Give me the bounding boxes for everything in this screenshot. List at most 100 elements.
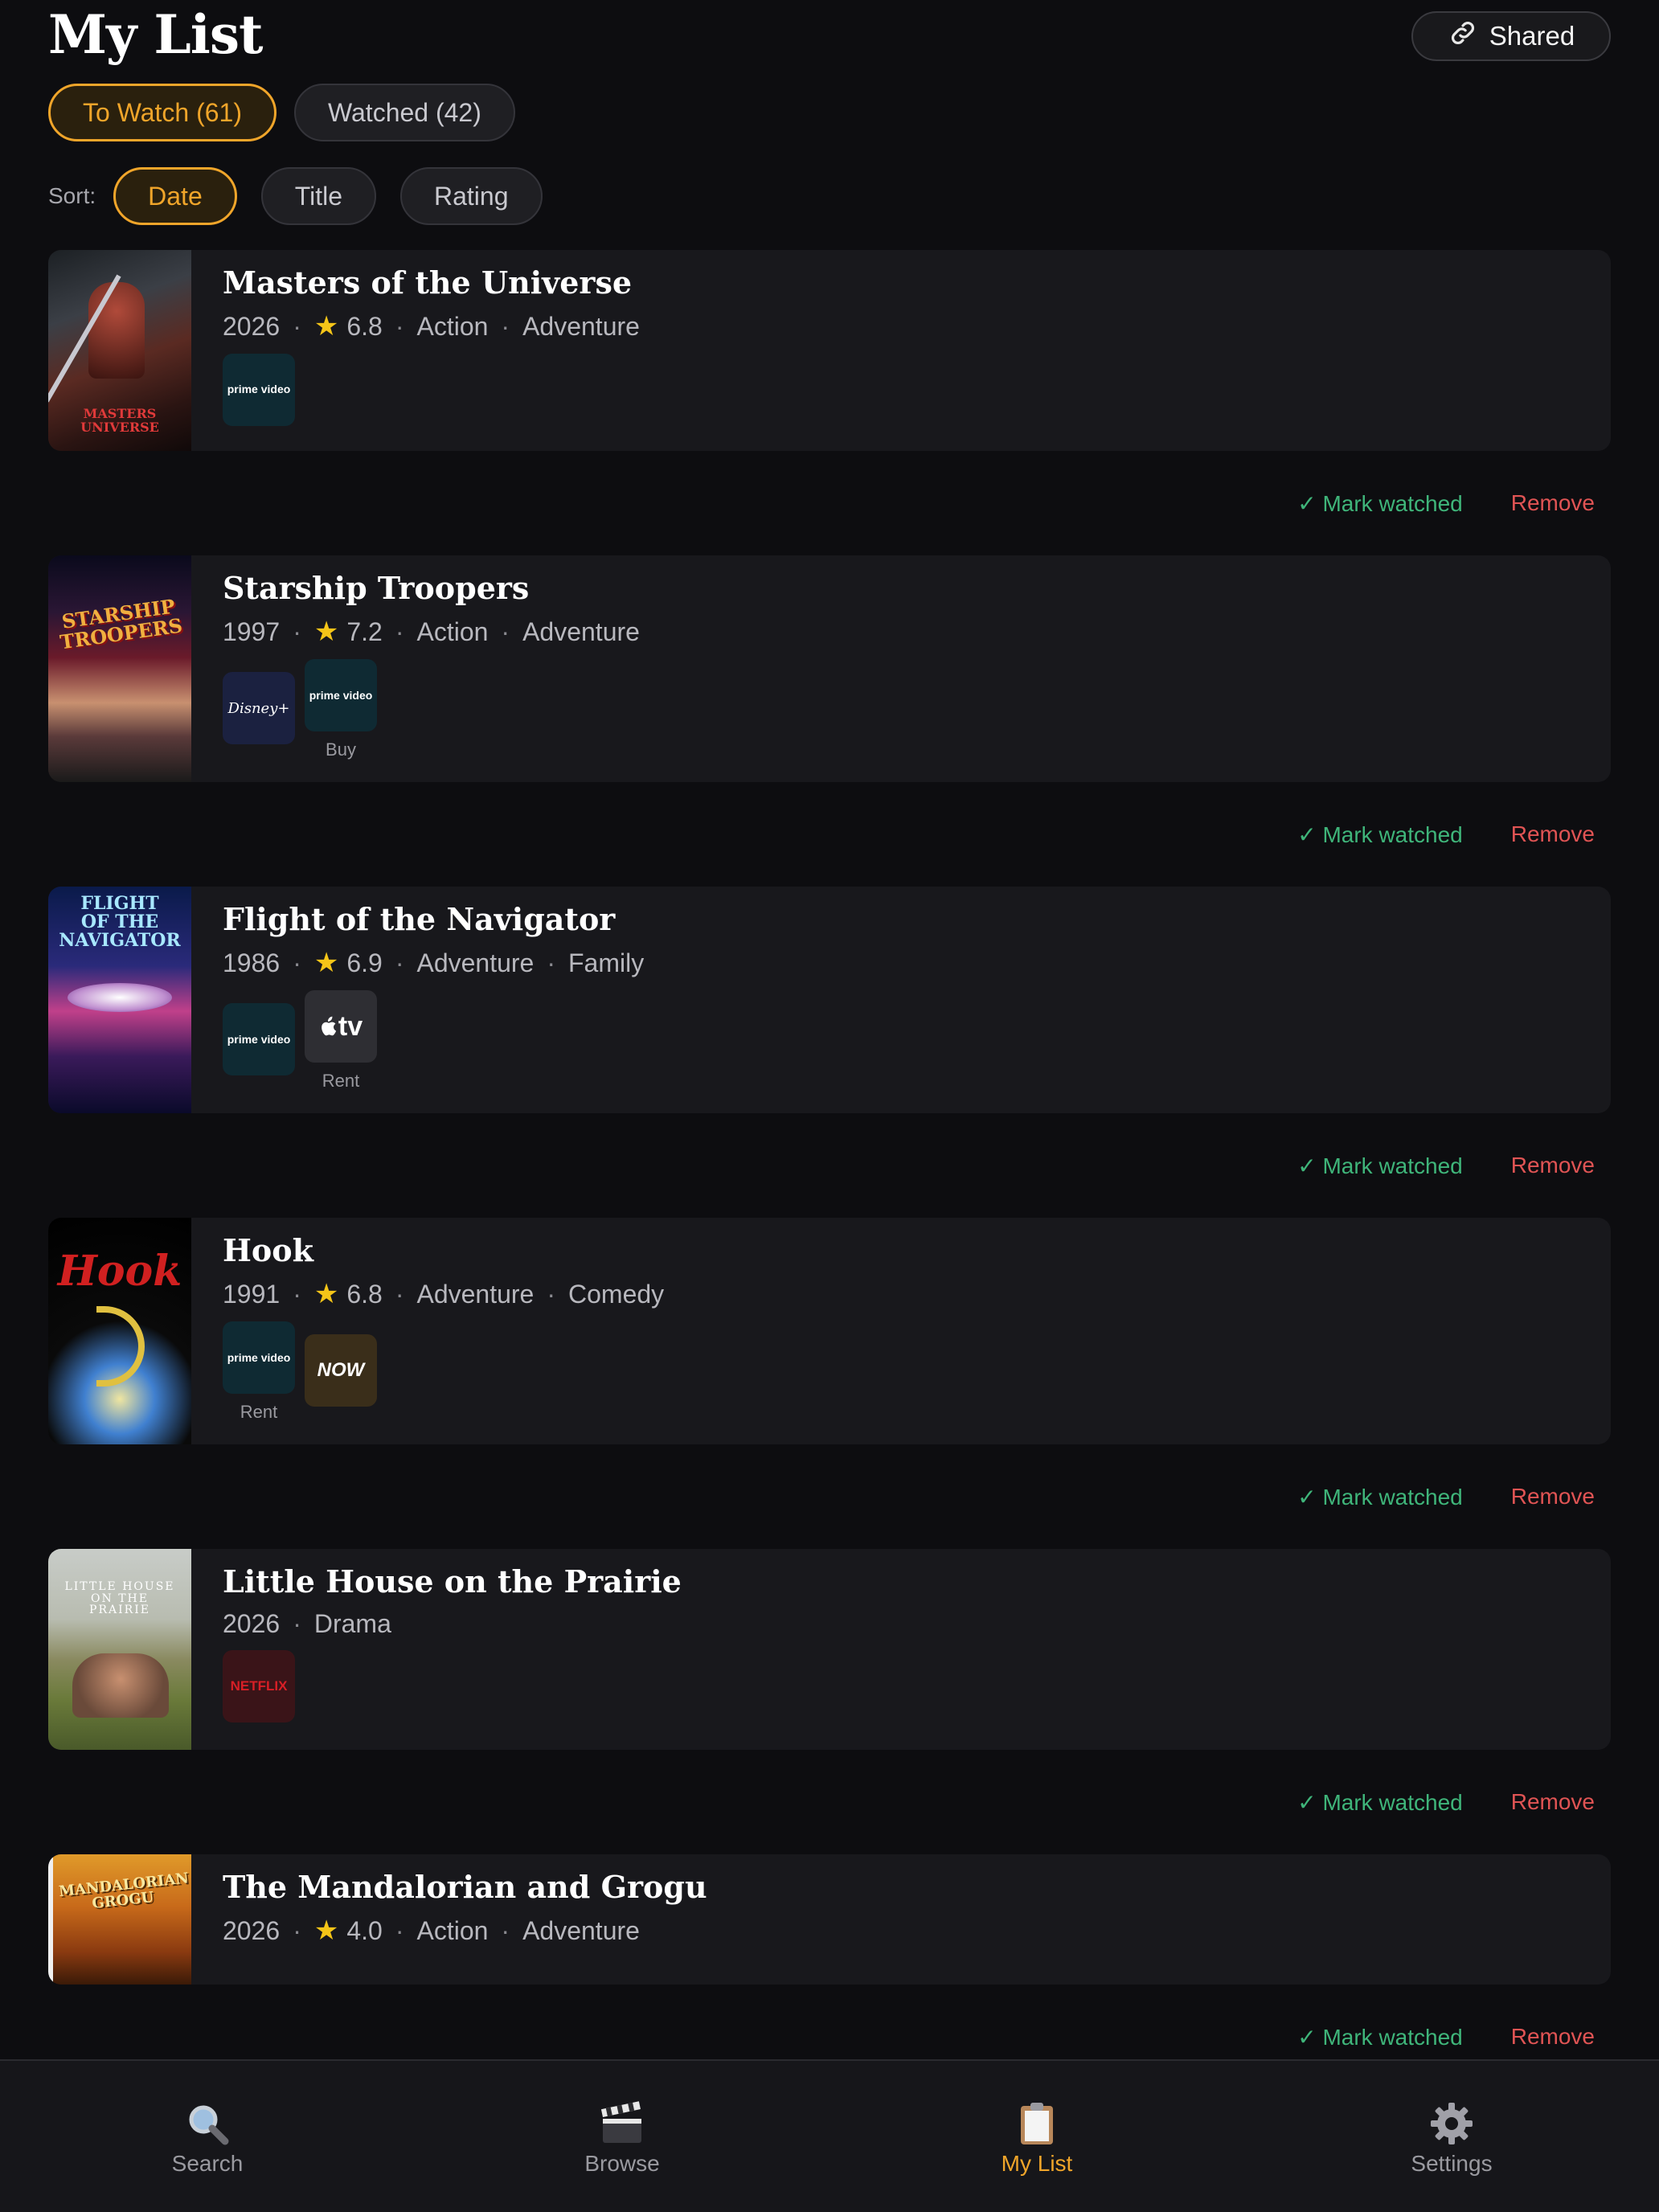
meta-separator: ·: [501, 1915, 510, 1945]
provider-name: NETFLIX: [230, 1678, 288, 1694]
meta-separator: ·: [501, 311, 510, 341]
list-tabs: To Watch (61) Watched (42): [48, 84, 515, 141]
prime-video-logo: prime video: [223, 354, 295, 426]
tab-settings[interactable]: Settings: [1244, 2061, 1659, 2212]
tab-browse[interactable]: Browse: [415, 2061, 830, 2212]
movie-title: Little House on the Prairie: [223, 1563, 682, 1600]
list-item: STARSHIP TROOPERS Starship Troopers 1997…: [48, 555, 1611, 887]
sort-title-button[interactable]: Title: [260, 167, 376, 225]
disney-plus-logo: Disney+: [223, 672, 295, 744]
provider-prime-video[interactable]: prime video: [223, 1003, 295, 1075]
provider-now-cinema[interactable]: NOW: [305, 1334, 377, 1407]
movie-card[interactable]: MANDALORIAN GROGU The Mandalorian and Gr…: [48, 1854, 1611, 1985]
mark-watched-button[interactable]: ✓ Mark watched: [1297, 821, 1463, 848]
movie-genre: Action: [416, 616, 489, 646]
mark-watched-button[interactable]: ✓ Mark watched: [1297, 1484, 1463, 1510]
item-actions: ✓ Mark watched Remove: [48, 1444, 1611, 1549]
provider-list: Disney+ prime video Buy: [223, 659, 1595, 760]
movie-genre: Adventure: [416, 948, 535, 977]
provider-prime-video[interactable]: prime video Rent: [223, 1321, 295, 1423]
movie-genre: Adventure: [522, 1915, 640, 1945]
mark-watched-button[interactable]: ✓ Mark watched: [1297, 490, 1463, 517]
movie-title: The Mandalorian and Grogu: [223, 1869, 707, 1905]
movie-meta: 1997 · ★ 7.2 · Action · Adventure: [223, 616, 1595, 648]
poster-image: LITTLE HOUSE ON THE PRAIRIE: [48, 1549, 191, 1750]
provider-prime-video[interactable]: prime video Buy: [305, 659, 377, 760]
movie-year: 2026: [223, 311, 281, 341]
movie-rating: 6.8: [346, 311, 383, 341]
movie-info: Hook 1991 · ★ 6.8 · Adventure · Comedy p…: [223, 1232, 1595, 1423]
link-icon: [1448, 18, 1478, 55]
tab-watched[interactable]: Watched (42): [293, 84, 515, 141]
provider-name: prime video: [227, 383, 291, 396]
provider-prime-video[interactable]: prime video: [223, 354, 295, 426]
tab-my-list[interactable]: My List: [830, 2061, 1244, 2212]
movie-meta: 2026 · Drama: [223, 1609, 1595, 1639]
list-item: MASTERS UNIVERSE Masters of the Universe…: [48, 250, 1611, 555]
meta-separator: ·: [293, 311, 301, 341]
shared-button-label: Shared: [1489, 21, 1575, 51]
movie-card[interactable]: FLIGHT OF THE NAVIGATOR Flight of the Na…: [48, 887, 1611, 1113]
poster-image: Hook: [48, 1218, 191, 1444]
remove-button[interactable]: Remove: [1511, 1789, 1595, 1815]
prime-video-logo: prime video: [223, 1003, 295, 1075]
movie-genre: Adventure: [522, 616, 640, 646]
clapperboard-icon: [598, 2099, 646, 2149]
provider-apple-tv[interactable]: tv Rent: [305, 990, 377, 1092]
poster-caption: Hook: [57, 1247, 182, 1296]
shared-button[interactable]: Shared: [1411, 11, 1611, 61]
poster-hook: [96, 1306, 145, 1387]
poster-spaceship: [68, 983, 172, 1012]
movie-genre: Drama: [313, 1609, 391, 1638]
star-icon: ★: [313, 311, 339, 342]
meta-separator: ·: [293, 1279, 301, 1309]
movie-title: Starship Troopers: [223, 570, 530, 606]
movie-info: The Mandalorian and Grogu 2026 · ★ 4.0 ·…: [223, 1869, 1595, 1947]
poster-caption: MASTERS UNIVERSE: [80, 406, 159, 436]
tab-to-watch[interactable]: To Watch (61): [48, 84, 276, 141]
movie-card[interactable]: STARSHIP TROOPERS Starship Troopers 1997…: [48, 555, 1611, 782]
meta-separator: ·: [547, 1279, 555, 1309]
provider-disney-plus[interactable]: Disney+: [223, 672, 295, 744]
remove-button[interactable]: Remove: [1511, 490, 1595, 516]
movie-year: 1991: [223, 1279, 281, 1309]
movie-genre: Action: [416, 1915, 489, 1945]
movie-genre: Family: [568, 948, 645, 977]
movie-card[interactable]: Hook Hook 1991 · ★ 6.8 · Adventure · Com…: [48, 1218, 1611, 1444]
movie-info: Masters of the Universe 2026 · ★ 6.8 · A…: [223, 264, 1595, 426]
gear-icon: [1428, 2099, 1476, 2149]
provider-netflix[interactable]: NETFLIX: [223, 1650, 295, 1722]
tab-search[interactable]: Search: [0, 2061, 415, 2212]
poster-caption: STARSHIP TROOPERS: [58, 594, 184, 654]
poster-figure: [88, 282, 145, 379]
movie-title: Masters of the Universe: [223, 264, 633, 301]
remove-button[interactable]: Remove: [1511, 1484, 1595, 1509]
remove-button[interactable]: Remove: [1511, 821, 1595, 847]
sort-rating-button[interactable]: Rating: [400, 167, 543, 225]
movie-info: Little House on the Prairie 2026 · Drama…: [223, 1563, 1595, 1722]
provider-name: prime video: [309, 689, 373, 702]
list-item: Hook Hook 1991 · ★ 6.8 · Adventure · Com…: [48, 1218, 1611, 1549]
provider-caption: Rent: [240, 1402, 278, 1422]
star-icon: ★: [313, 1915, 339, 1946]
meta-separator: ·: [293, 948, 301, 977]
mark-watched-button[interactable]: ✓ Mark watched: [1297, 1153, 1463, 1179]
mark-watched-button[interactable]: ✓ Mark watched: [1297, 1789, 1463, 1816]
movie-card[interactable]: LITTLE HOUSE ON THE PRAIRIE Little House…: [48, 1549, 1611, 1750]
movie-year: 1997: [223, 616, 281, 646]
meta-separator: ·: [293, 616, 301, 646]
tab-label: My List: [1001, 2151, 1073, 2176]
provider-caption: Buy: [326, 739, 356, 760]
netflix-logo: NETFLIX: [223, 1650, 295, 1722]
meta-separator: ·: [395, 948, 404, 977]
movie-card[interactable]: MASTERS UNIVERSE Masters of the Universe…: [48, 250, 1611, 451]
mark-watched-button[interactable]: ✓ Mark watched: [1297, 2024, 1463, 2050]
poster-family: [72, 1653, 169, 1718]
remove-button[interactable]: Remove: [1511, 1153, 1595, 1178]
movie-genre: Adventure: [522, 311, 640, 341]
list-item: LITTLE HOUSE ON THE PRAIRIE Little House…: [48, 1549, 1611, 1854]
remove-button[interactable]: Remove: [1511, 2024, 1595, 2050]
sort-date-button[interactable]: Date: [113, 167, 237, 225]
bottom-tab-bar: Search Browse My List Settings: [0, 2059, 1659, 2212]
sort-label: Sort:: [48, 183, 96, 208]
